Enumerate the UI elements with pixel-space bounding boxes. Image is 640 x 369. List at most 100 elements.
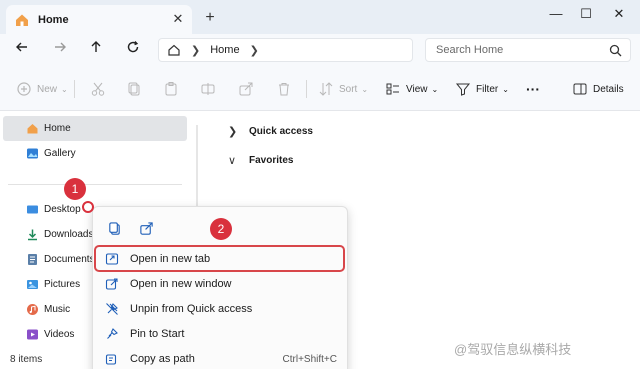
gallery-icon [27, 148, 38, 159]
search-placeholder: Search Home [436, 44, 504, 56]
menu-item-label: Copy as path [130, 353, 195, 365]
address-bar[interactable]: ❯ Home ❯ [158, 38, 413, 62]
menu-item-open-new-window[interactable]: Open in new window [97, 272, 345, 296]
sidebar-item-label: Videos [44, 329, 75, 340]
back-arrow-icon [16, 42, 27, 52]
sidebar-item-label: Music [44, 304, 71, 315]
chevron-right-icon: ❯ [191, 44, 201, 57]
pictures-icon [27, 280, 38, 289]
up-arrow-icon [91, 41, 101, 52]
search-icon [609, 44, 622, 56]
step-marker-1: 1 [64, 178, 86, 200]
view-button[interactable]: View ⌄ [385, 79, 438, 99]
share-icon [239, 82, 253, 96]
new-label: New [37, 83, 58, 95]
sidebar-item-label: Documents [44, 254, 95, 265]
share-icon [139, 221, 153, 235]
chevron-right-icon: ❯ [228, 125, 238, 138]
sort-button[interactable]: Sort ⌄ [318, 79, 368, 99]
close-window-button[interactable]: ✕ [606, 3, 632, 25]
title-bar: Home ✕ + — ☐ ✕ [0, 0, 640, 34]
refresh-icon [127, 41, 139, 53]
share-button[interactable] [238, 79, 259, 99]
section-label: Favorites [249, 154, 294, 166]
music-icon [27, 304, 38, 315]
new-tab-button[interactable]: + [201, 9, 219, 27]
share-action-button[interactable] [135, 217, 157, 239]
chevron-down-icon: ⌄ [61, 84, 68, 94]
back-button[interactable] [12, 40, 32, 60]
details-pane-icon [573, 83, 587, 95]
chevron-down-icon: ∨ [228, 154, 237, 167]
new-plus-icon [17, 82, 31, 96]
menu-item-label: Open in new window [130, 278, 232, 290]
details-button[interactable]: Details [572, 79, 624, 99]
highlight-box [94, 245, 345, 272]
close-tab-button[interactable]: ✕ [170, 11, 186, 27]
sidebar-divider [8, 184, 182, 185]
copy-icon [128, 82, 140, 96]
new-button[interactable]: New ⌄ [16, 79, 68, 99]
sidebar-item-gallery[interactable]: Gallery [3, 141, 187, 166]
documents-icon [28, 254, 37, 265]
chevron-right-icon[interactable]: ❯ [250, 44, 259, 57]
section-quick-access[interactable]: ❯ Quick access [228, 122, 313, 140]
rename-button[interactable] [200, 79, 221, 99]
step-marker-2: 2 [210, 218, 232, 240]
address-row: ❯ Home ❯ Search Home [0, 34, 640, 66]
menu-item-unpin-quick-access[interactable]: Unpin from Quick access [97, 297, 345, 321]
more-options-button[interactable]: ··· [526, 79, 540, 99]
paste-button[interactable] [163, 79, 184, 99]
copy-icon [108, 221, 120, 235]
trash-icon [279, 83, 289, 96]
copy-action-button[interactable] [103, 217, 125, 239]
menu-item-copy-as-path[interactable]: Copy as path Ctrl+Shift+C [97, 347, 345, 369]
refresh-button[interactable] [123, 40, 143, 60]
desktop-icon [27, 205, 38, 214]
menu-item-pin-to-start[interactable]: Pin to Start [97, 322, 345, 346]
sidebar-item-label: Pictures [44, 279, 81, 290]
toolbar-divider [74, 80, 75, 98]
home-icon [27, 124, 38, 134]
sidebar-item-label: Downloads [44, 229, 94, 240]
chevron-down-icon: ⌄ [361, 84, 369, 94]
search-input[interactable]: Search Home [425, 38, 631, 62]
tab-home[interactable]: Home ✕ [6, 5, 192, 34]
chevron-down-icon: ⌄ [502, 84, 509, 94]
open-new-window-icon [105, 278, 118, 290]
sidebar-item-home[interactable]: Home [3, 116, 187, 141]
forward-arrow-icon [55, 42, 66, 52]
section-favorites[interactable]: ∨ Favorites [228, 151, 293, 169]
menu-item-label: Unpin from Quick access [130, 303, 253, 315]
copy-button[interactable] [126, 79, 147, 99]
pin-icon [107, 328, 118, 339]
sidebar-item-label: Home [44, 123, 71, 134]
paste-icon [165, 82, 177, 96]
forward-button[interactable] [50, 40, 70, 60]
sort-label: Sort [339, 83, 358, 95]
unpin-icon [106, 303, 118, 315]
watermark: @驾驭信息纵横科技 [454, 342, 572, 357]
details-label: Details [593, 83, 624, 95]
view-label: View [406, 83, 428, 95]
up-button[interactable] [86, 40, 106, 60]
section-label: Quick access [249, 125, 313, 137]
cut-icon [91, 82, 105, 96]
click-target-marker [82, 201, 94, 213]
home-outline-icon [168, 44, 180, 56]
status-item-count: 8 items [10, 354, 43, 365]
downloads-icon [28, 229, 37, 241]
filter-label: Filter [476, 83, 499, 95]
breadcrumb-home[interactable]: Home [210, 44, 239, 56]
delete-button[interactable] [276, 79, 297, 99]
copy-path-icon [105, 354, 117, 365]
filter-button[interactable]: Filter ⌄ [455, 79, 509, 99]
sidebar-item-label: Gallery [44, 148, 76, 159]
cut-button[interactable] [90, 79, 111, 99]
maximize-button[interactable]: ☐ [573, 3, 599, 25]
home-icon [16, 14, 28, 26]
minimize-button[interactable]: — [543, 3, 569, 25]
context-menu-quick-actions [103, 217, 167, 239]
view-icon [386, 83, 399, 95]
sidebar-item-label: Desktop [44, 204, 81, 215]
